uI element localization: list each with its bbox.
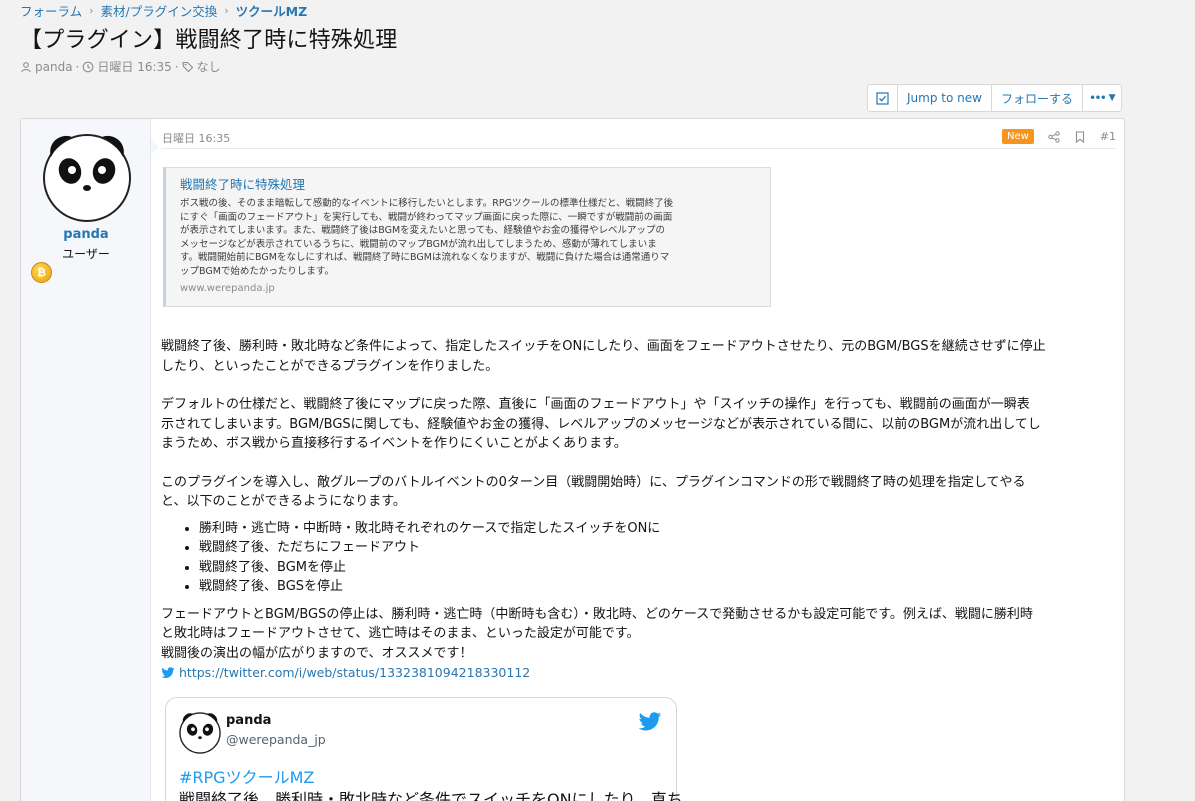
thread-date-link[interactable]: 日曜日 16:35 [97, 58, 171, 75]
embedded-tweet[interactable]: panda @werepanda_jp #RPGツクールMZ 戦闘終了後、勝利時… [165, 697, 683, 801]
checkbox-icon [876, 91, 889, 105]
more-dots-icon: ••• [1089, 92, 1106, 104]
text-line: 戦闘後の演出の幅が広がりますので、オススメです！ [161, 645, 473, 661]
more-options-button[interactable]: ••• ▼ [1083, 85, 1121, 111]
list-item: 勝利時・逃亡時・中断時・敗北時それぞれのケースで指定したスイッチをONに [199, 519, 1121, 539]
jump-to-new-button[interactable]: Jump to new [898, 85, 992, 111]
post-user-cell: panda ユーザー ₿ [21, 119, 151, 801]
unfurl-title[interactable]: 戦闘終了時に特殊処理 [180, 174, 756, 193]
chevron-right-icon: › [224, 4, 229, 17]
text-line: フェードアウトとBGM/BGSの停止は、勝利時・逃亡時（中断時も含む）・敗北時、… [161, 606, 1033, 622]
tweet-author-name[interactable]: panda [226, 713, 271, 728]
list-item: 戦闘終了後、BGSを停止 [199, 577, 1121, 597]
tweet-text: 戦闘終了後、勝利時・敗北時など条件でスイッチをONにしたり、直ち [179, 790, 683, 801]
trophy-icon[interactable]: ₿ [31, 262, 52, 283]
tags-icon [181, 61, 193, 72]
unfurl-line: にすぐ「画面のフェードアウト」を実行しても、戦闘が終わってマップ画面に戻った際に… [180, 211, 673, 223]
text-line: このプラグインを導入し、敵グループのバトルイベントの0ターン目（戦闘開始時）に、… [161, 474, 1026, 490]
twitter-status-link[interactable]: https://twitter.com/i/web/status/1332381… [161, 663, 1121, 683]
unfurl-line: が表示されてしまいます。また、戦闘終了後はBGMを変えたいと思っても、経験値やお… [180, 225, 665, 236]
twitter-bird-icon[interactable] [638, 712, 662, 732]
text-line: デフォルトの仕様だと、戦闘終了後にマップに戻った際、直後に「画面のフェードアウト… [161, 397, 1030, 412]
share-icon[interactable] [1048, 130, 1060, 143]
follow-button[interactable]: フォローする [992, 85, 1083, 111]
text-line: 示されてしまいます。BGM/BGSに関しても、経験値やお金の獲得、レベルアップの… [161, 416, 1041, 432]
panda-avatar[interactable] [42, 133, 132, 223]
unfurl-line: す。戦闘開始前にBGMをなしにすれば、戦闘終了時にBGMは流れなくなりますが、戦… [180, 252, 670, 263]
clock-icon [83, 61, 94, 72]
text-line: したり、といったことができるプラグインを作りました。 [161, 358, 499, 374]
list-item: 戦闘終了後、ただちにフェードアウト [199, 538, 1121, 558]
tweet-author-handle[interactable]: @werepanda_jp [226, 732, 326, 747]
post-date[interactable]: 日曜日 16:35 [162, 130, 230, 146]
unfurl-domain: www.werepanda.jp [180, 283, 275, 294]
post-username[interactable]: panda [21, 227, 151, 242]
thread-meta: panda · 日曜日 16:35 · なし [20, 58, 221, 75]
tweet-hashtag[interactable]: #RPGツクールMZ [179, 764, 314, 788]
breadcrumb-assets[interactable]: 素材/プラグイン交換 [101, 1, 218, 20]
post-message: panda ユーザー ₿ 日曜日 16:35 New #1 戦闘終了時に特殊処理… [20, 118, 1125, 801]
twitter-link-text: https://twitter.com/i/web/status/1332381… [179, 665, 531, 680]
user-title: ユーザー [62, 247, 110, 261]
link-unfurl[interactable]: 戦闘終了時に特殊処理 ボス戦の後、そのまま暗転して感動的なイベントに移行したいと… [163, 167, 771, 307]
post-body: 戦闘終了後、勝利時・敗北時など条件によって、指定したスイッチをONにしたり、画面… [161, 337, 1121, 683]
unfurl-line: ップBGMで始めたかったりします。 [180, 265, 334, 277]
page-title: 【プラグイン】戦闘終了時に特殊処理 [20, 28, 398, 53]
paragraph: このプラグインを導入し、敵グループのバトルイベントの0ターン目（戦闘開始時）に、… [161, 473, 1121, 512]
paragraph: フェードアウトとBGM/BGSの停止は、勝利時・逃亡時（中断時も含む）・敗北時、… [161, 605, 1121, 664]
new-badge: New [1001, 129, 1034, 144]
user-icon [21, 61, 31, 72]
twitter-bird-icon [161, 667, 175, 678]
post-actions: New #1 [1001, 129, 1116, 144]
post-number[interactable]: #1 [1100, 130, 1116, 143]
unfurl-description: ボス戦の後、そのまま暗転して感動的なイベントに移行したいとします。RPGツクール… [180, 197, 756, 278]
post-arrow [151, 139, 159, 155]
panda-avatar[interactable] [179, 712, 221, 754]
post-header: 日曜日 16:35 New #1 [161, 129, 1116, 149]
unfurl-line: メッセージなどが表示されているうちに、戦闘前のマップBGMが流れ出してしまうため… [180, 238, 657, 250]
paragraph: デフォルトの仕様だと、戦闘終了後にマップに戻った際、直後に「画面のフェードアウト… [161, 395, 1121, 454]
thread-tags: なし [196, 60, 221, 74]
caret-down-icon: ▼ [1108, 93, 1116, 103]
text-line: 戦闘終了後、勝利時・敗北時など条件によって、指定したスイッチをONにしたり、画面… [161, 339, 1046, 354]
bookmark-icon[interactable] [1074, 130, 1086, 143]
breadcrumb-mz[interactable]: ツクールMZ [236, 1, 308, 20]
breadcrumb: フォーラム › 素材/プラグイン交換 › ツクールMZ [20, 1, 307, 20]
text-line: と、以下のことができるようになります。 [161, 494, 406, 509]
list-item: 戦闘終了後、BGMを停止 [199, 558, 1121, 578]
thread-author-link[interactable]: panda [35, 60, 73, 74]
chevron-right-icon: › [89, 4, 94, 17]
thread-toolbar: Jump to new フォローする ••• ▼ [867, 84, 1122, 112]
text-line: まうため、ボス戦から直接移行するイベントを作りにくいことがよくあります。 [161, 436, 627, 451]
paragraph: 戦闘終了後、勝利時・敗北時など条件によって、指定したスイッチをONにしたり、画面… [161, 337, 1121, 376]
unfurl-line: ボス戦の後、そのまま暗転して感動的なイベントに移行したいとします。RPGツクール… [180, 198, 674, 209]
text-line: と敗北時はフェードアウトさせて、逃亡時はそのまま、といった設定が可能です。 [161, 626, 640, 641]
feature-list: 勝利時・逃亡時・中断時・敗北時それぞれのケースで指定したスイッチをONに 戦闘終… [199, 519, 1121, 597]
breadcrumb-forums[interactable]: フォーラム [20, 1, 82, 20]
select-checkbox-button[interactable] [868, 85, 898, 111]
